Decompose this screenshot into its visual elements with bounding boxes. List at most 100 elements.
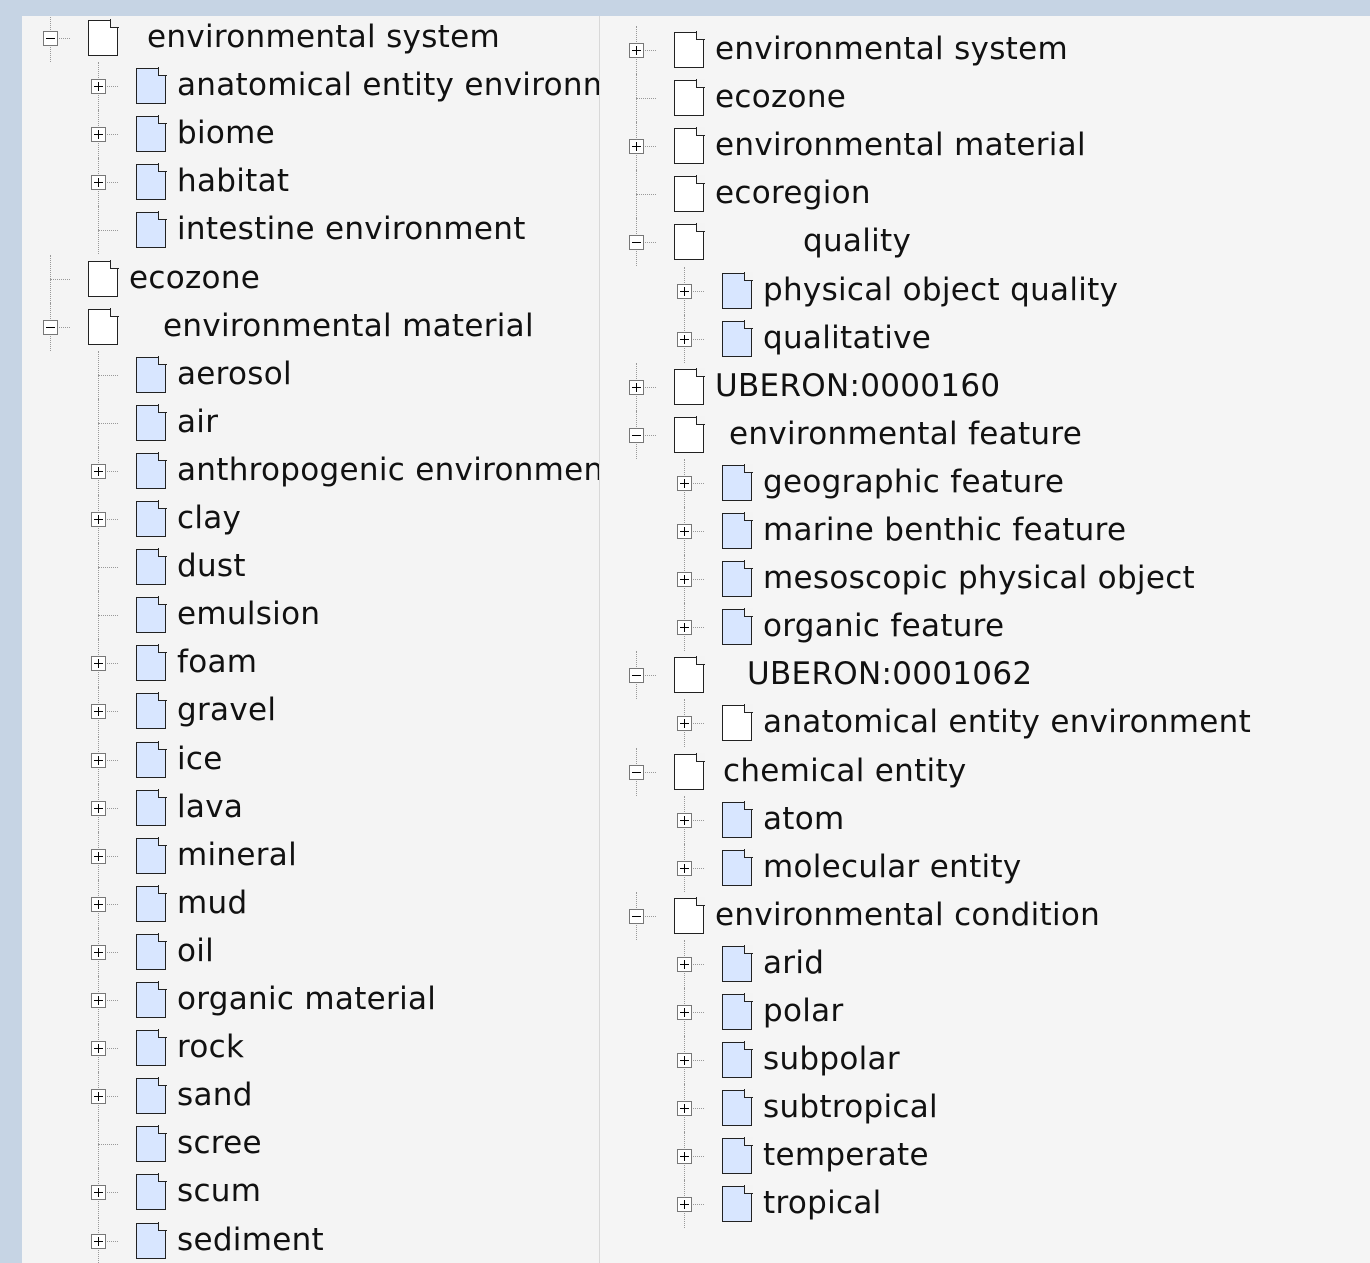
tree-node-scree[interactable]: scree: [22, 1120, 599, 1168]
expand-icon[interactable]: [91, 993, 106, 1008]
tree-node-subpolar[interactable]: subpolar: [600, 1036, 1370, 1084]
tree-node-mineral[interactable]: mineral: [22, 832, 599, 880]
tree-node-label[interactable]: aerosol: [177, 357, 292, 391]
tree-node-label[interactable]: rock: [177, 1030, 244, 1064]
tree-node-environmental-material[interactable]: environmental material: [22, 303, 599, 351]
tree-node-label[interactable]: arid: [763, 946, 824, 980]
tree-node-sand[interactable]: sand: [22, 1072, 599, 1120]
tree-node-tropical[interactable]: tropical: [600, 1180, 1370, 1228]
tree-node-anatomical-entity-environment[interactable]: anatomical entity environment: [600, 699, 1370, 747]
tree-node-label[interactable]: scum: [177, 1174, 261, 1208]
tree-node-qualitative[interactable]: qualitative: [600, 315, 1370, 363]
expand-icon[interactable]: [91, 175, 106, 190]
expand-icon[interactable]: [91, 1089, 106, 1104]
tree-node-label[interactable]: intestine environment: [177, 212, 526, 246]
expand-icon[interactable]: [91, 945, 106, 960]
tree-node-chemical-entity[interactable]: chemical entity: [600, 748, 1370, 796]
collapse-icon[interactable]: [629, 765, 644, 780]
tree-node-label[interactable]: subpolar: [763, 1042, 900, 1076]
tree-node-temperate[interactable]: temperate: [600, 1132, 1370, 1180]
tree-node-lava[interactable]: lava: [22, 784, 599, 832]
expand-icon[interactable]: [91, 127, 106, 142]
tree-node-label[interactable]: gravel: [177, 693, 276, 727]
tree-node-physical-object-quality[interactable]: physical object quality: [600, 267, 1370, 315]
tree-node-rock[interactable]: rock: [22, 1024, 599, 1072]
tree-node-label[interactable]: subtropical: [763, 1090, 938, 1124]
expand-icon[interactable]: [91, 1041, 106, 1056]
tree-node-label[interactable]: temperate: [763, 1138, 929, 1172]
tree-node-emulsion[interactable]: emulsion: [22, 591, 599, 639]
expand-icon[interactable]: [677, 620, 692, 635]
tree-node-label[interactable]: organic material: [177, 982, 436, 1016]
tree-node-quality[interactable]: quality: [600, 218, 1370, 266]
expand-icon[interactable]: [91, 1185, 106, 1200]
expand-icon[interactable]: [677, 1149, 692, 1164]
tree-node-aerosol[interactable]: aerosol: [22, 351, 599, 399]
tree-node-label[interactable]: environmental system: [147, 20, 500, 54]
tree-node-ecozone[interactable]: ecozone: [22, 255, 599, 303]
tree-node-habitat[interactable]: habitat: [22, 158, 599, 206]
tree-node-label[interactable]: ecozone: [129, 261, 260, 295]
collapse-icon[interactable]: [629, 235, 644, 250]
tree-node-label[interactable]: tropical: [763, 1186, 882, 1220]
tree-node-biome[interactable]: biome: [22, 110, 599, 158]
expand-icon[interactable]: [91, 897, 106, 912]
tree-node-ecozone[interactable]: ecozone: [600, 74, 1370, 122]
tree-node-ecoregion[interactable]: ecoregion: [600, 170, 1370, 218]
expand-icon[interactable]: [677, 716, 692, 731]
tree-node-organic-material[interactable]: organic material: [22, 976, 599, 1024]
tree-node-clay[interactable]: clay: [22, 495, 599, 543]
tree-node-label[interactable]: molecular entity: [763, 850, 1022, 884]
tree-node-sediment[interactable]: sediment: [22, 1217, 599, 1263]
tree-node-label[interactable]: biome: [177, 116, 275, 150]
tree-node-arid[interactable]: arid: [600, 940, 1370, 988]
tree-node-label[interactable]: atom: [763, 802, 845, 836]
tree-node-label[interactable]: marine benthic feature: [763, 513, 1126, 547]
tree-node-label[interactable]: foam: [177, 645, 257, 679]
tree-node-label[interactable]: chemical entity: [723, 754, 967, 788]
tree-node-environmental-material[interactable]: environmental material: [600, 122, 1370, 170]
expand-icon[interactable]: [629, 139, 644, 154]
tree-node-anthropogenic-environmental-material[interactable]: anthropogenic environmental material: [22, 447, 599, 495]
expand-icon[interactable]: [677, 1101, 692, 1116]
tree-node-label[interactable]: environmental feature: [729, 417, 1082, 451]
expand-icon[interactable]: [91, 464, 106, 479]
tree-node-air[interactable]: air: [22, 399, 599, 447]
tree-node-anatomical-entity-environment[interactable]: anatomical entity environment: [22, 62, 599, 110]
tree-node-label[interactable]: UBERON:0000160: [715, 369, 1000, 403]
tree-node-uberon-0001062[interactable]: UBERON:0001062: [600, 651, 1370, 699]
expand-icon[interactable]: [91, 1234, 106, 1249]
tree-node-mud[interactable]: mud: [22, 880, 599, 928]
tree-node-geographic-feature[interactable]: geographic feature: [600, 459, 1370, 507]
tree-node-gravel[interactable]: gravel: [22, 687, 599, 735]
expand-icon[interactable]: [91, 801, 106, 816]
expand-icon[interactable]: [91, 753, 106, 768]
tree-node-uberon-0000160[interactable]: UBERON:0000160: [600, 363, 1370, 411]
expand-icon[interactable]: [91, 79, 106, 94]
tree-node-intestine-environment[interactable]: intestine environment: [22, 206, 599, 254]
tree-node-label[interactable]: ice: [177, 742, 223, 776]
collapse-icon[interactable]: [629, 428, 644, 443]
tree-node-label[interactable]: mesoscopic physical object: [763, 561, 1195, 595]
tree-node-label[interactable]: physical object quality: [763, 273, 1118, 307]
tree-node-polar[interactable]: polar: [600, 988, 1370, 1036]
tree-node-dust[interactable]: dust: [22, 543, 599, 591]
tree-node-label[interactable]: environmental system: [715, 32, 1068, 66]
tree-node-label[interactable]: sediment: [177, 1223, 324, 1257]
expand-icon[interactable]: [677, 332, 692, 347]
tree-node-environmental-feature[interactable]: environmental feature: [600, 411, 1370, 459]
tree-node-environmental-system[interactable]: environmental system: [600, 26, 1370, 74]
expand-icon[interactable]: [677, 1005, 692, 1020]
tree-node-label[interactable]: air: [177, 405, 218, 439]
tree-node-label[interactable]: anatomical entity environment: [763, 705, 1251, 739]
tree-node-label[interactable]: ecoregion: [715, 176, 871, 210]
tree-node-label[interactable]: scree: [177, 1126, 262, 1160]
expand-icon[interactable]: [677, 476, 692, 491]
expand-icon[interactable]: [677, 957, 692, 972]
tree-node-label[interactable]: geographic feature: [763, 465, 1064, 499]
tree-node-atom[interactable]: atom: [600, 796, 1370, 844]
expand-icon[interactable]: [91, 512, 106, 527]
expand-icon[interactable]: [629, 43, 644, 58]
tree-node-ice[interactable]: ice: [22, 736, 599, 784]
expand-icon[interactable]: [677, 813, 692, 828]
